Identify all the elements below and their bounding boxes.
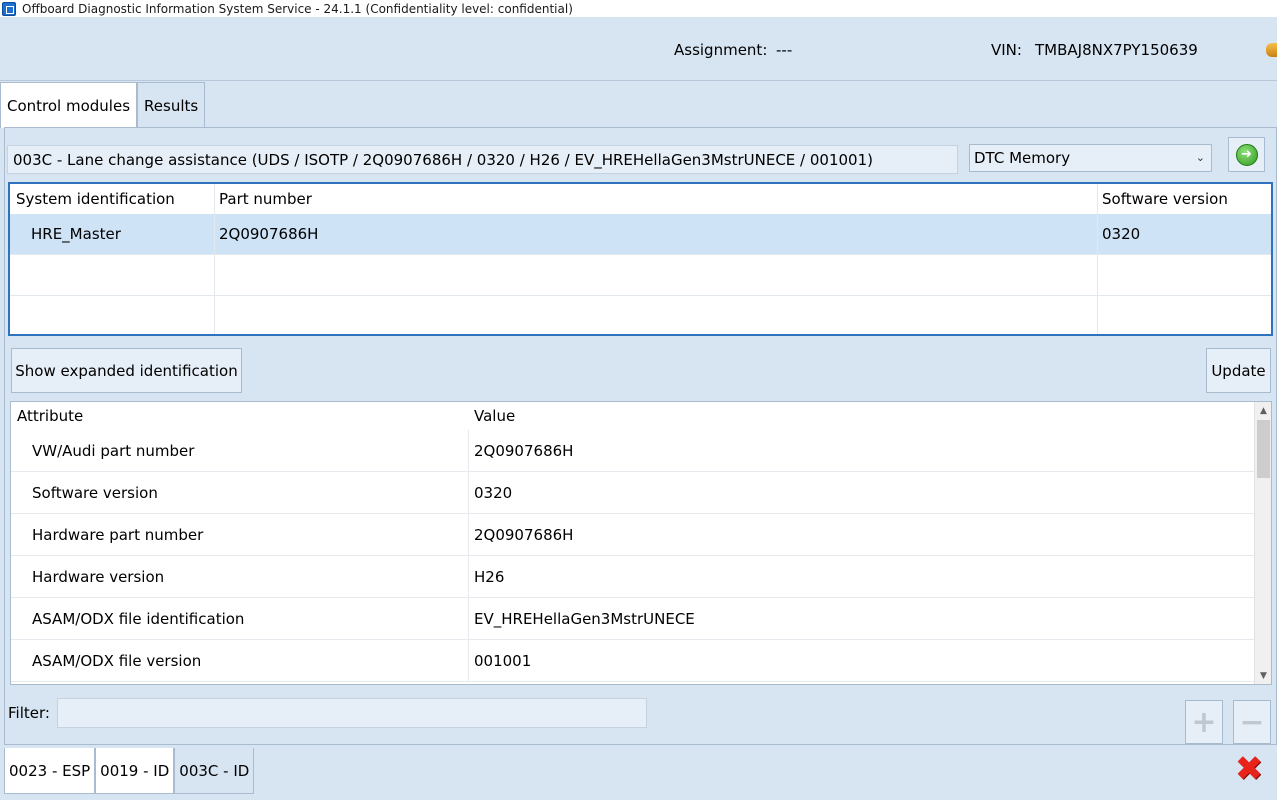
module-description: 003C - Lane change assistance (UDS / ISO… — [7, 145, 958, 174]
scrollbar-thumb[interactable] — [1257, 420, 1270, 478]
attribute-table: Attribute Value VW/Audi part number 2Q09… — [10, 401, 1272, 685]
column-header-value[interactable]: Value — [469, 402, 1254, 430]
scroll-down-arrow-icon[interactable]: ▼ — [1255, 667, 1271, 684]
table-row[interactable]: HRE_Master 2Q0907686H 0320 — [10, 214, 1271, 255]
part-number-cell — [215, 255, 1098, 295]
value-cell: 0320 — [474, 483, 513, 502]
tab-0023-esp[interactable]: 0023 - ESP — [4, 748, 96, 794]
show-expanded-identification-button[interactable]: Show expanded identification — [11, 348, 242, 393]
add-button[interactable]: + — [1185, 700, 1223, 744]
window-titlebar: Offboard Diagnostic Information System S… — [0, 0, 1277, 17]
list-item[interactable]: Hardware part number 2Q0907686H — [11, 514, 1254, 556]
list-item[interactable]: Software version 0320 — [11, 472, 1254, 514]
view-select-value: DTC Memory — [974, 149, 1071, 167]
vin-label: VIN: — [991, 41, 1022, 59]
tab-003c-id[interactable]: 003C - ID — [174, 748, 255, 794]
column-header-attribute[interactable]: Attribute — [11, 402, 469, 430]
assignment-label: Assignment: — [674, 41, 768, 59]
assignment-value: --- — [776, 41, 793, 59]
green-arrow-right-icon: ➜ — [1235, 143, 1258, 166]
value-cell: 2Q0907686H — [474, 441, 574, 460]
table-row[interactable] — [10, 296, 1271, 334]
list-item[interactable]: Hardware version H26 — [11, 556, 1254, 598]
value-cell: EV_HREHellaGen3MstrUNECE — [474, 609, 695, 628]
red-x-close-icon[interactable]: ✖ — [1234, 749, 1264, 789]
filter-label: Filter: — [8, 704, 50, 722]
value-cell: 2Q0907686H — [474, 525, 574, 544]
table-row[interactable] — [10, 255, 1271, 296]
window-title: Offboard Diagnostic Information System S… — [22, 1, 573, 16]
part-number-cell: 2Q0907686H — [215, 214, 1098, 254]
tab-0019-id[interactable]: 0019 - ID — [95, 748, 175, 794]
attribute-cell: Software version — [11, 472, 469, 513]
column-header-software-version[interactable]: Software version — [1098, 184, 1271, 214]
list-item[interactable]: VW/Audi part number 2Q0907686H — [11, 430, 1254, 472]
software-version-cell — [1098, 255, 1271, 295]
attribute-cell: ASAM/ODX file identification — [11, 598, 469, 639]
attribute-cell: ASAM/ODX file version — [11, 640, 469, 681]
attribute-cell: Hardware part number — [11, 514, 469, 555]
attribute-table-header: Attribute Value — [11, 402, 1254, 430]
session-tabs: 0023 - ESP 0019 - ID 003C - ID — [4, 748, 255, 794]
list-item[interactable]: ASAM/ODX file identification EV_HREHella… — [11, 598, 1254, 640]
table-header-row: System identification Part number Softwa… — [10, 184, 1271, 214]
value-cell: H26 — [474, 567, 505, 586]
system-identification-cell — [10, 296, 215, 334]
column-header-part-number[interactable]: Part number — [215, 184, 1098, 214]
software-version-cell: 0320 — [1102, 225, 1141, 243]
update-button[interactable]: Update — [1206, 348, 1271, 393]
tab-control-modules[interactable]: Control modules — [0, 82, 138, 128]
filter-input[interactable] — [57, 698, 647, 728]
main-tabs: Control modules Results — [0, 82, 206, 128]
toolbar-edge-icon[interactable] — [1266, 43, 1277, 57]
system-identification-cell — [10, 255, 215, 295]
value-cell: 001001 — [474, 651, 532, 670]
go-button[interactable]: ➜ — [1228, 137, 1265, 172]
vertical-scrollbar[interactable]: ▲ ▼ — [1254, 402, 1271, 684]
software-version-cell — [1098, 296, 1271, 334]
app-icon — [2, 1, 16, 16]
column-header-system-identification[interactable]: System identification — [10, 184, 215, 214]
scroll-up-arrow-icon[interactable]: ▲ — [1255, 402, 1271, 419]
chevron-down-icon: ⌄ — [1195, 151, 1205, 164]
part-number-cell — [215, 296, 1098, 334]
view-select[interactable]: DTC Memory ⌄ — [969, 144, 1212, 172]
vin-value: TMBAJ8NX7PY150639 — [1035, 41, 1198, 59]
attribute-cell: VW/Audi part number — [11, 430, 469, 471]
identification-table: System identification Part number Softwa… — [8, 182, 1273, 336]
attribute-cell: Hardware version — [11, 556, 469, 597]
list-item[interactable]: ASAM/ODX file version 001001 — [11, 640, 1254, 682]
header-bar: Assignment: --- VIN: TMBAJ8NX7PY150639 — [0, 17, 1277, 81]
tab-results[interactable]: Results — [137, 82, 206, 128]
system-identification-cell: HRE_Master — [10, 214, 215, 254]
remove-button[interactable]: − — [1233, 700, 1271, 744]
